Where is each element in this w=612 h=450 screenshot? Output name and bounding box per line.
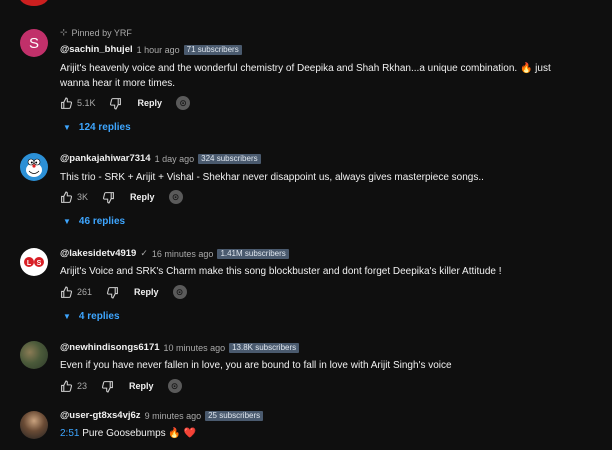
pin-icon: ⊹ (60, 27, 68, 37)
view-replies-button[interactable]: ▼ 46 replies (63, 216, 125, 227)
reply-button[interactable]: Reply (130, 192, 155, 202)
dislike-button[interactable] (104, 284, 120, 300)
thumbs-down-icon (101, 380, 113, 392)
subscriber-badge: 71 subscribers (183, 44, 242, 55)
svg-text:L: L (27, 260, 32, 267)
like-count: 5.1K (77, 98, 96, 108)
comment-actions: 3K Reply ⊙ (58, 189, 183, 205)
comment-text: Arijit's heavenly voice and the wonderfu… (60, 63, 551, 89)
author-handle[interactable]: @lakesidetv4919 (60, 248, 136, 259)
view-replies-button[interactable]: ▼ 4 replies (63, 311, 120, 322)
thumbs-down-icon (106, 286, 118, 298)
super-thanks-icon[interactable]: ⊙ (176, 96, 191, 110)
author-handle[interactable]: @sachin_bhujel (60, 44, 133, 55)
like-button[interactable] (58, 284, 74, 300)
subscriber-badge: 1.41M subscribers (217, 248, 289, 259)
fire-emoji: 🔥 (168, 428, 181, 439)
comment-time[interactable]: 9 minutes ago (145, 411, 202, 421)
thumbs-up-icon (60, 380, 72, 392)
comment-actions: 5.1K Reply ⊙ (58, 95, 191, 111)
subscriber-badge: 25 subscribers (205, 410, 264, 421)
comment-time[interactable]: 1 day ago (155, 154, 195, 164)
chevron-down-icon: ▼ (63, 123, 71, 132)
replies-count: 46 replies (78, 216, 126, 227)
avatar[interactable] (20, 411, 48, 439)
super-thanks-icon[interactable]: ⊙ (168, 190, 183, 204)
thumbs-up-icon (60, 97, 72, 109)
author-handle[interactable]: @newhindisongs6171 (60, 342, 160, 353)
pinned-text: Pinned by YRF (71, 27, 132, 38)
avatar-letter: S (28, 34, 39, 52)
like-count: 23 (77, 381, 88, 391)
like-button[interactable] (58, 378, 74, 394)
replies-count: 4 replies (78, 311, 120, 322)
reply-button[interactable]: Reply (138, 98, 163, 108)
thumbs-up-icon (60, 191, 72, 203)
comment-meta: @pankajahiwar7314 1 day ago 324 subscrib… (60, 153, 261, 164)
lakeside-logo-icon: L S (21, 249, 47, 275)
comment-actions: 23 Reply ⊙ (58, 378, 182, 394)
dislike-button[interactable] (99, 378, 115, 394)
avatar[interactable]: L S (20, 248, 48, 276)
like-button[interactable] (58, 95, 74, 111)
comment-actions: 261 Reply ⊙ (58, 284, 187, 300)
pinned-label: ⊹ Pinned by YRF (60, 27, 132, 38)
thumbs-up-icon (60, 286, 72, 298)
author-handle[interactable]: @pankajahiwar7314 (60, 153, 151, 164)
comment-meta: @lakesidetv4919 ✓ 16 minutes ago 1.41M s… (60, 248, 289, 259)
comment-text: 2:51 Pure Goosebumps 🔥 ❤️ (60, 426, 552, 441)
thumbs-down-icon (102, 191, 114, 203)
view-replies-button[interactable]: ▼ 124 replies (63, 122, 131, 133)
dislike-button[interactable] (108, 95, 124, 111)
comment-text: This trio - SRK + Arijit + Vishal - Shek… (60, 172, 484, 183)
like-count: 3K (77, 192, 89, 202)
reply-button[interactable]: Reply (134, 287, 159, 297)
subscriber-badge: 13.8K subscribers (229, 342, 300, 353)
comment-body: Pure Goosebumps (82, 428, 166, 439)
super-thanks-icon[interactable]: ⊙ (172, 285, 187, 299)
comment-text: Even if you have never fallen in love, y… (60, 360, 452, 371)
dislike-button[interactable] (100, 189, 116, 205)
super-thanks-icon[interactable]: ⊙ (167, 379, 182, 393)
avatar[interactable] (20, 341, 48, 369)
comment-meta: @newhindisongs6171 10 minutes ago 13.8K … (60, 342, 300, 353)
avatar[interactable]: S (20, 29, 48, 57)
verified-icon: ✓ (140, 248, 148, 258)
chevron-down-icon: ▼ (63, 312, 71, 321)
reply-button[interactable]: Reply (129, 381, 154, 391)
previous-avatar[interactable] (19, 0, 49, 6)
heart-emoji: ❤️ (183, 428, 197, 439)
avatar[interactable] (20, 153, 48, 181)
comment-time[interactable]: 16 minutes ago (152, 249, 214, 259)
comment-text: Arijit's Voice and SRK's Charm make this… (60, 266, 502, 277)
comment-meta: @user-gt8xs4vj6z 9 minutes ago 25 subscr… (60, 410, 264, 421)
author-handle[interactable]: @user-gt8xs4vj6z (60, 410, 141, 421)
comment-time[interactable]: 10 minutes ago (164, 343, 226, 353)
svg-text:S: S (37, 260, 42, 267)
subscriber-badge: 324 subscribers (198, 153, 261, 164)
like-button[interactable] (58, 189, 74, 205)
timestamp-link[interactable]: 2:51 (60, 428, 79, 439)
thumbs-down-icon (109, 97, 121, 109)
comment-meta: @sachin_bhujel 1 hour ago 71 subscribers (60, 44, 242, 55)
comment-time[interactable]: 1 hour ago (137, 45, 180, 55)
replies-count: 124 replies (78, 122, 131, 133)
chevron-down-icon: ▼ (63, 217, 71, 226)
like-count: 261 (77, 287, 93, 297)
doraemon-avatar-icon (23, 157, 45, 179)
